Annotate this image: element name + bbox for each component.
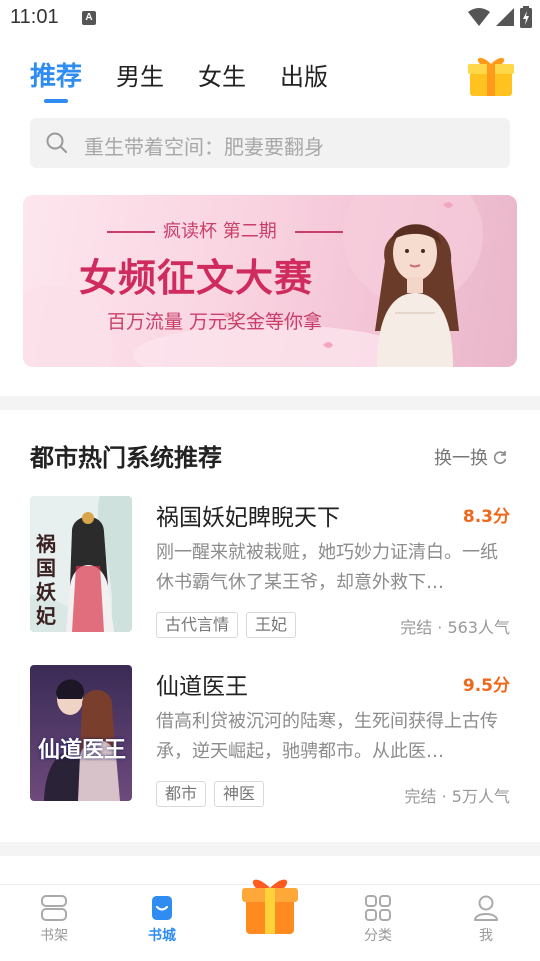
banner-woman-illustration: [375, 224, 459, 367]
banner-subtitle: 疯读杯 第二期: [163, 221, 277, 242]
tab-active-indicator: [44, 99, 68, 103]
center-gift-icon[interactable]: [238, 868, 302, 940]
section-title: 都市热门系统推荐: [30, 444, 222, 472]
tab-publish[interactable]: 出版: [280, 58, 328, 96]
gift-icon[interactable]: [466, 52, 516, 98]
book-description: 借高利贷被沉河的陆寒，生死间获得上古传承，逆天崛起，驰骋都市。从此医…: [156, 711, 498, 762]
book-item[interactable]: 祸国妖妃 祸国妖妃睥睨天下 8.3分 刚一醒来就被栽赃，她巧妙力证清白。一纸休书…: [30, 496, 510, 638]
book-tags: 古代言情 王妃: [156, 612, 297, 638]
book-cover-text: 仙道医王: [38, 737, 127, 763]
nav-bookstore-label: 书城: [148, 928, 176, 944]
tab-recommend[interactable]: 推荐: [30, 58, 83, 103]
top-tabs: 推荐 男生 女生 出版: [30, 58, 362, 108]
refresh-button[interactable]: 换一换: [434, 444, 508, 470]
nav-profile[interactable]: 我: [446, 893, 526, 945]
nav-profile-label: 我: [479, 928, 493, 944]
book-description: 刚一醒来就被栽赃，她巧妙力证清白。一纸休书霸气休了某王爷，却意外救下…: [156, 542, 498, 593]
tab-male-label: 男生: [116, 63, 165, 91]
section-divider: [0, 396, 540, 410]
tab-male[interactable]: 男生: [116, 58, 164, 96]
status-time: 11:01: [10, 6, 59, 28]
wifi-icon: [468, 8, 490, 26]
book-tag[interactable]: 神医: [214, 781, 265, 807]
book-title: 仙道医王: [156, 674, 248, 700]
banner-tagline: 百万流量 万元奖金等你拿: [107, 311, 323, 333]
search-placeholder: 重生带着空间：肥妻要翻身: [84, 135, 324, 159]
book-item[interactable]: 仙道医王 仙道医王 9.5分 借高利贷被沉河的陆寒，生死间获得上古传承，逆天崛起…: [30, 665, 510, 807]
tab-recommend-label: 推荐: [30, 62, 83, 92]
book-score: 9.5分: [462, 676, 510, 696]
book-tags: 都市 神医: [156, 781, 265, 807]
tab-publish-label: 出版: [280, 63, 329, 91]
nav-bookshelf[interactable]: 书架: [14, 893, 94, 945]
refresh-icon: [493, 451, 507, 464]
promo-banner[interactable]: 疯读杯 第二期 女频征文大赛 百万流量 万元奖金等你拿: [23, 195, 517, 367]
book-cover[interactable]: 仙道医王: [30, 665, 132, 801]
search-icon: [46, 132, 67, 153]
status-bar: 11:01 A: [0, 0, 540, 36]
search-bar[interactable]: 重生带着空间：肥妻要翻身: [30, 118, 510, 168]
book-tag[interactable]: 都市: [156, 781, 207, 807]
banner-title: 女频征文大赛: [79, 255, 314, 300]
tab-female-label: 女生: [198, 63, 247, 91]
book-tag[interactable]: 古代言情: [156, 612, 239, 638]
book-score: 8.3分: [462, 507, 510, 527]
bookstore-icon: [152, 896, 172, 920]
category-icon: [365, 895, 391, 921]
nav-bookstore[interactable]: 书城: [122, 893, 202, 945]
notification-a-icon: A: [82, 11, 96, 25]
profile-icon: [474, 895, 498, 921]
nav-category-label: 分类: [364, 928, 392, 944]
book-title: 祸国妖妃睥睨天下: [156, 505, 340, 531]
status-icons: [468, 6, 532, 28]
nav-bookshelf-label: 书架: [40, 928, 68, 944]
battery-icon: [520, 6, 532, 28]
banner-line-left: [107, 231, 155, 233]
book-cover-text: 祸国妖妃: [36, 532, 56, 628]
nav-category[interactable]: 分类: [338, 893, 418, 945]
refresh-label: 换一换: [434, 448, 488, 469]
bookshelf-icon: [41, 895, 67, 921]
book-tag[interactable]: 王妃: [246, 612, 297, 638]
book-meta: 完结 · 563人气: [400, 618, 510, 637]
tab-female[interactable]: 女生: [198, 58, 246, 96]
book-cover[interactable]: 祸国妖妃: [30, 496, 132, 632]
signal-icon: [496, 8, 514, 26]
book-cover-image: [30, 665, 132, 801]
section-divider: [0, 842, 540, 856]
banner-line-right: [295, 231, 343, 233]
book-meta: 完结 · 5万人气: [404, 787, 510, 806]
